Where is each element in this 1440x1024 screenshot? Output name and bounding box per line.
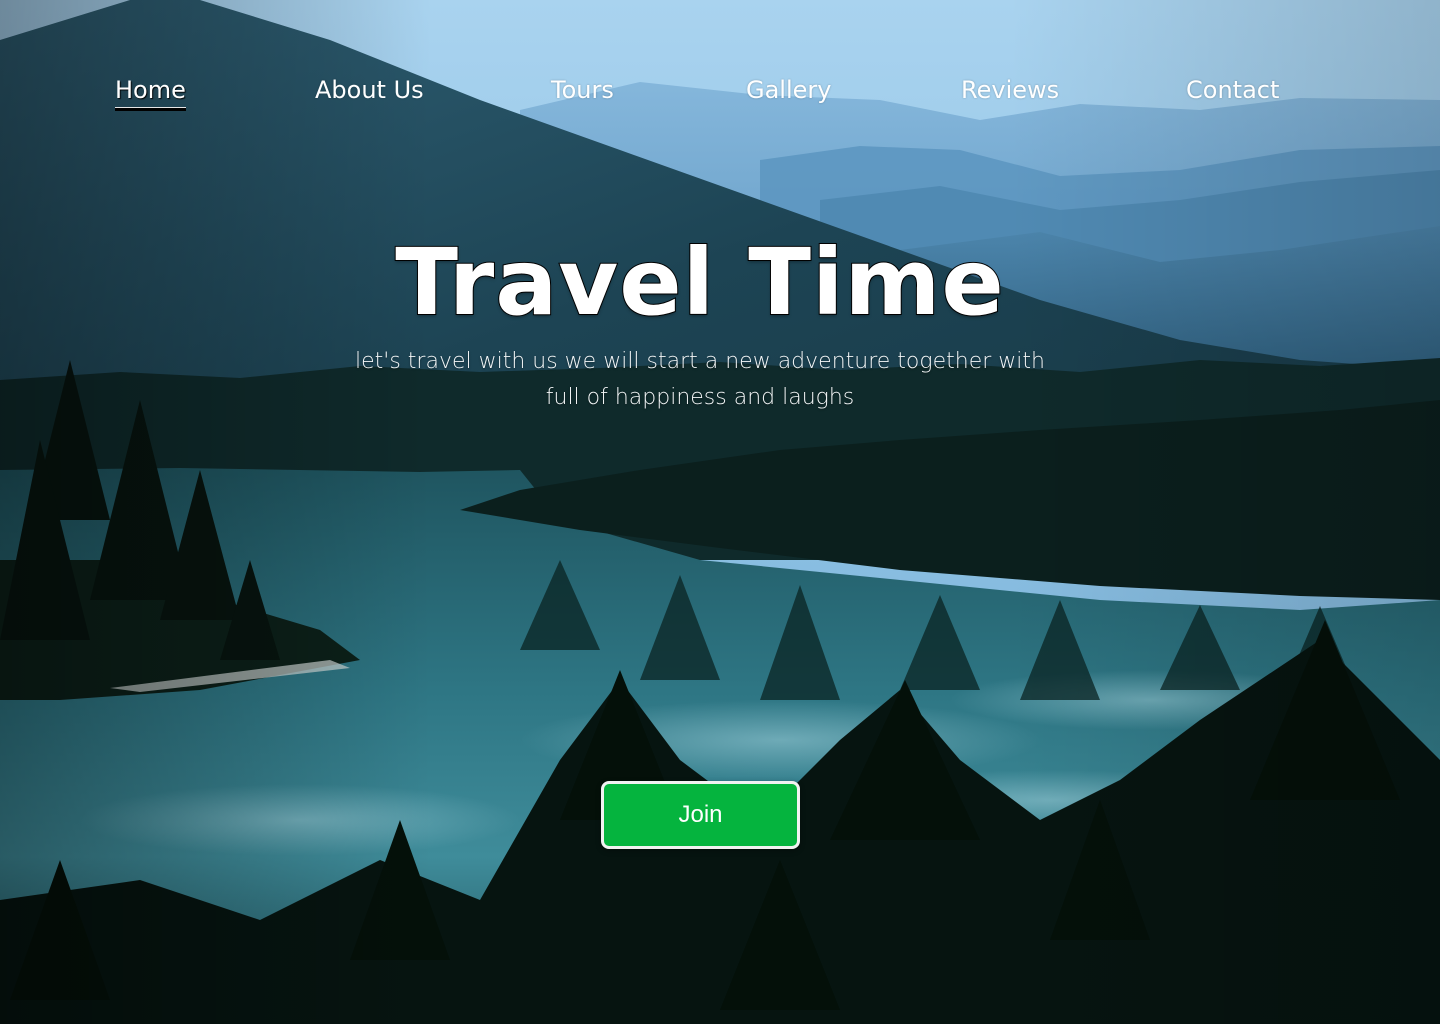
nav-link-home-label: Home <box>115 76 186 104</box>
active-nav-underline <box>115 107 186 111</box>
nav-link-about-us[interactable]: About Us <box>315 74 424 106</box>
nav-link-home[interactable]: Home <box>115 74 186 111</box>
nav-link-reviews[interactable]: Reviews <box>961 74 1059 106</box>
hero-title: Travel Time <box>394 228 1005 337</box>
hero-subtitle-line-2: full of happiness and laughs <box>545 385 855 410</box>
nav-link-tours[interactable]: Tours <box>551 74 614 106</box>
hero-section: Home About Us Tours Gallery Reviews Cont… <box>0 0 1440 1024</box>
hero-subtitle: let's travel with us we will start a new… <box>330 344 1070 416</box>
nav-link-gallery[interactable]: Gallery <box>746 74 831 106</box>
main-navigation: Home About Us Tours Gallery Reviews Cont… <box>0 0 1440 180</box>
join-button[interactable]: Join <box>601 781 800 849</box>
hero-subtitle-line-1: let's travel with us we will start a new… <box>355 349 1045 374</box>
nav-link-contact[interactable]: Contact <box>1186 74 1279 106</box>
